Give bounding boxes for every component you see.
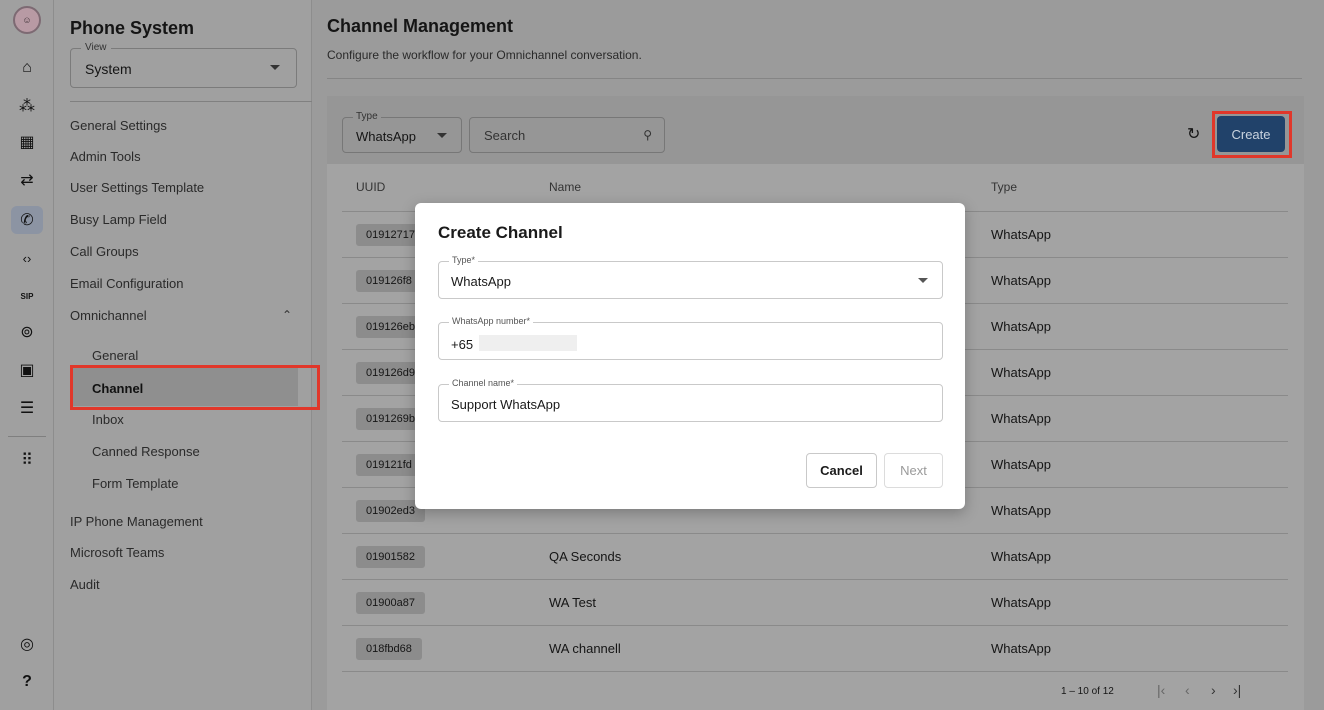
dialog-title: Create Channel <box>438 223 563 242</box>
uuid-chip: 01901582 <box>356 546 425 568</box>
sidebar-item-user-settings-template[interactable]: User Settings Template <box>70 180 204 195</box>
uuid-chip: 01900a87 <box>356 592 425 614</box>
phone-icon[interactable]: ✆ <box>11 206 43 234</box>
sidebar-item-canned-response[interactable]: Canned Response <box>92 444 200 459</box>
sidebar: Phone System View System General Setting… <box>54 0 320 710</box>
sidebar-item-general[interactable]: General <box>92 348 138 363</box>
pagination-range: 1 – 10 of 12 <box>1061 686 1114 697</box>
channel-type: WhatsApp <box>991 641 1051 656</box>
cancel-button[interactable]: Cancel <box>806 453 877 488</box>
sidebar-item-omnichannel[interactable]: Omnichannel <box>70 308 147 323</box>
type-filter-select[interactable]: Type WhatsApp <box>342 111 462 153</box>
main-divider <box>327 78 1302 79</box>
chevron-up-icon[interactable]: ⌃ <box>282 308 292 322</box>
organization-icon[interactable]: ⁂ <box>11 92 43 120</box>
view-select-value: System <box>85 61 132 77</box>
sidebar-item-ip-phone-management[interactable]: IP Phone Management <box>70 514 203 529</box>
sidebar-item-email-configuration[interactable]: Email Configuration <box>70 276 183 291</box>
type-filter-value: WhatsApp <box>356 129 416 144</box>
last-page-icon[interactable]: ›| <box>1233 682 1241 698</box>
search-input[interactable]: Search ⚲ <box>469 117 665 153</box>
apps-grid-icon[interactable]: ⠿ <box>11 446 43 474</box>
sidebar-divider <box>70 101 312 102</box>
table-row[interactable]: 018fbd68 WA channell WhatsApp <box>342 625 1288 671</box>
whatsapp-number-value: +65 <box>451 337 474 352</box>
channel-type: WhatsApp <box>991 227 1051 242</box>
channel-annotation-box <box>70 365 320 410</box>
column-header-uuid[interactable]: UUID <box>356 180 385 194</box>
storage-icon[interactable]: ☰ <box>11 394 43 422</box>
transfer-icon[interactable]: ⇄ <box>11 166 43 194</box>
column-header-type[interactable]: Type <box>991 180 1017 194</box>
channel-type: WhatsApp <box>991 411 1051 426</box>
channel-name: WA Test <box>549 595 596 610</box>
channel-type: WhatsApp <box>991 457 1051 472</box>
previous-page-icon[interactable]: ‹ <box>1185 682 1190 698</box>
channel-name-field[interactable]: Channel name* Support WhatsApp <box>438 378 943 422</box>
chevron-down-icon <box>270 65 280 70</box>
channel-name: QA Seconds <box>549 549 622 564</box>
sidebar-item-inbox[interactable]: Inbox <box>92 412 124 427</box>
create-channel-dialog: Create Channel Type* WhatsApp WhatsApp n… <box>415 203 965 509</box>
sidebar-title: Phone System <box>70 18 195 38</box>
channel-type: WhatsApp <box>991 549 1051 564</box>
code-icon[interactable]: ‹› <box>11 244 43 272</box>
org-logo-icon[interactable]: ☺ <box>13 6 41 34</box>
next-page-icon[interactable]: › <box>1211 682 1216 698</box>
table-bottom-border <box>342 671 1288 672</box>
redacted-number <box>479 335 577 351</box>
help-icon[interactable]: ? <box>11 668 43 696</box>
contacts-icon[interactable]: ▣ <box>11 356 43 384</box>
channel-type-value: WhatsApp <box>451 274 511 289</box>
first-page-icon[interactable]: |‹ <box>1157 682 1165 698</box>
whatsapp-number-field[interactable]: WhatsApp number* +65 <box>438 316 943 360</box>
channel-type: WhatsApp <box>991 503 1051 518</box>
sip-icon[interactable]: SIP <box>11 282 43 310</box>
next-button[interactable]: Next <box>884 453 943 488</box>
whatsapp-number-label: WhatsApp number* <box>449 316 534 326</box>
create-annotation-box <box>1212 111 1292 158</box>
app-rail: ☺ ⌂ ⁂ ▦ ⇄ ✆ ‹› SIP ⊚ ▣ ☰ ⠿ ◎ ? <box>0 0 54 710</box>
channel-type: WhatsApp <box>991 319 1051 334</box>
view-select[interactable]: View System <box>70 42 297 88</box>
podcast-icon[interactable]: ◎ <box>11 630 43 658</box>
home-icon[interactable]: ⌂ <box>11 54 43 82</box>
type-filter-label: Type <box>353 111 381 122</box>
table-row[interactable]: 01901582 QA Seconds WhatsApp <box>342 533 1288 579</box>
rail-divider <box>8 436 46 437</box>
page-title: Channel Management <box>327 16 514 36</box>
uuid-chip: 018fbd68 <box>356 638 422 660</box>
sidebar-item-busy-lamp-field[interactable]: Busy Lamp Field <box>70 212 167 227</box>
channel-name: WA channell <box>549 641 621 656</box>
sidebar-item-general-settings[interactable]: General Settings <box>70 118 167 133</box>
column-header-name[interactable]: Name <box>549 180 581 194</box>
dashboard-icon[interactable]: ▦ <box>11 128 43 156</box>
channel-type-label: Type* <box>449 255 479 265</box>
channel-type-select[interactable]: Type* WhatsApp <box>438 255 943 299</box>
page-subtitle: Configure the workflow for your Omnichan… <box>327 48 642 62</box>
search-placeholder: Search <box>484 128 526 143</box>
sidebar-item-form-template[interactable]: Form Template <box>92 476 178 491</box>
table-toolbar: Type WhatsApp Search ⚲ ↻ Create <box>327 96 1304 164</box>
table-row[interactable]: 01900a87 WA Test WhatsApp <box>342 579 1288 625</box>
refresh-icon[interactable]: ↻ <box>1187 124 1200 144</box>
broadcast-icon[interactable]: ⊚ <box>11 318 43 346</box>
view-select-label: View <box>81 42 111 53</box>
chevron-down-icon <box>918 278 928 283</box>
channel-name-value: Support WhatsApp <box>451 397 561 412</box>
channel-type: WhatsApp <box>991 365 1051 380</box>
chevron-down-icon <box>437 133 447 138</box>
search-icon: ⚲ <box>643 128 652 142</box>
uuid-chip: 019121fd <box>356 454 422 476</box>
uuid-chip: 019126f8 <box>356 270 422 292</box>
channel-type: WhatsApp <box>991 273 1051 288</box>
sidebar-item-admin-tools[interactable]: Admin Tools <box>70 149 141 164</box>
sidebar-item-call-groups[interactable]: Call Groups <box>70 244 139 259</box>
sidebar-item-audit[interactable]: Audit <box>70 577 100 592</box>
channel-type: WhatsApp <box>991 595 1051 610</box>
sidebar-item-microsoft-teams[interactable]: Microsoft Teams <box>70 545 164 560</box>
channel-name-label: Channel name* <box>449 378 518 388</box>
